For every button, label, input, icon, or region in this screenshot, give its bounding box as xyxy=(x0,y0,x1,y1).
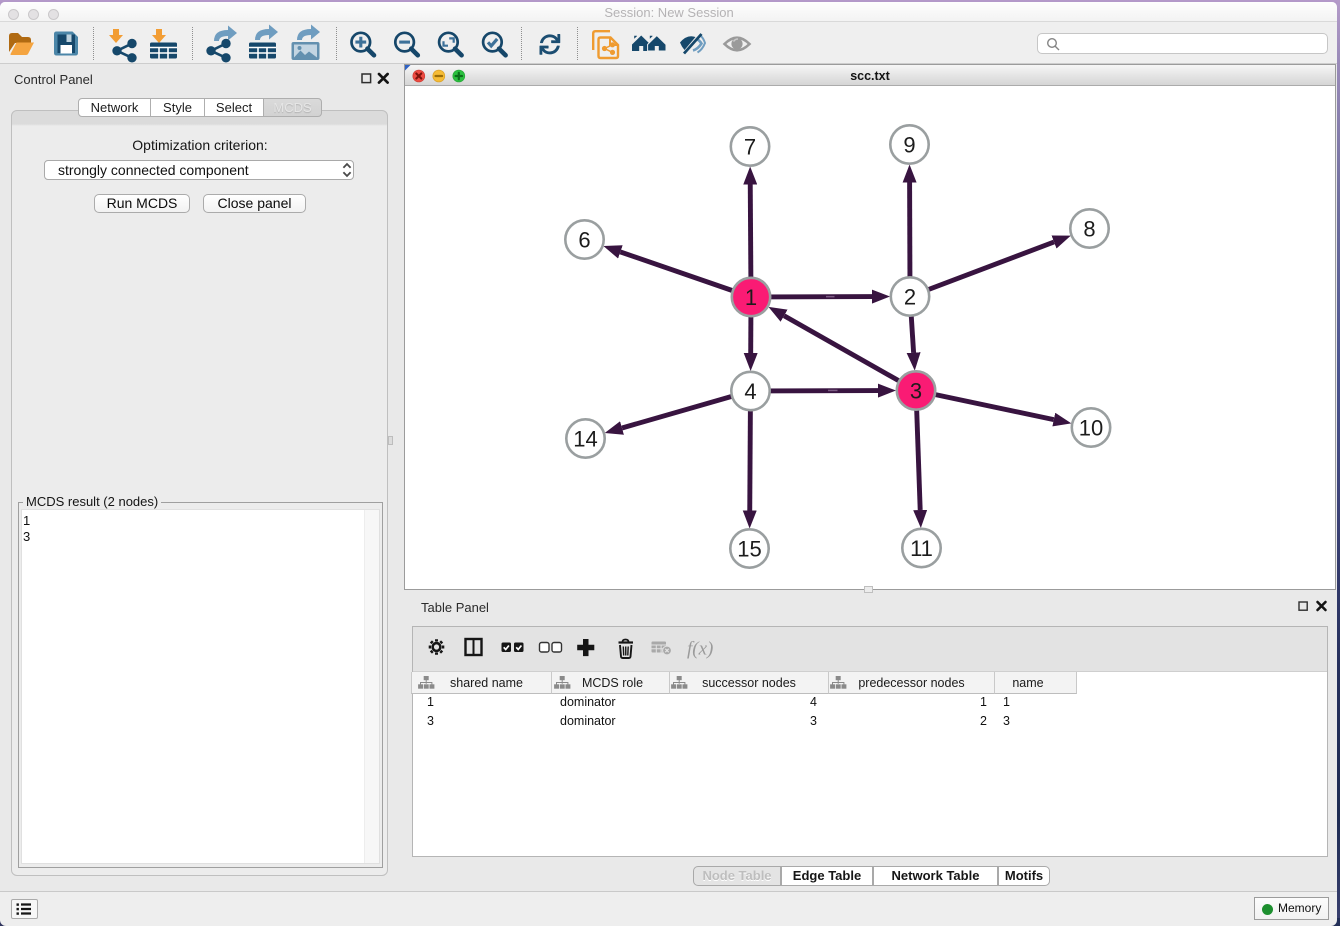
svg-text:6: 6 xyxy=(578,227,590,252)
svg-text:2: 2 xyxy=(904,284,916,309)
svg-text:1: 1 xyxy=(745,285,757,310)
svg-text:f(x): f(x) xyxy=(687,639,713,660)
svg-text:8: 8 xyxy=(1083,216,1095,241)
svg-text:15: 15 xyxy=(737,536,761,561)
svg-text:14: 14 xyxy=(573,426,597,451)
svg-text:4: 4 xyxy=(744,379,756,404)
svg-text:11: 11 xyxy=(910,536,933,561)
svg-text:7: 7 xyxy=(744,134,756,159)
svg-text:3: 3 xyxy=(910,378,922,403)
svg-text:10: 10 xyxy=(1079,415,1103,440)
svg-text:9: 9 xyxy=(903,132,915,157)
